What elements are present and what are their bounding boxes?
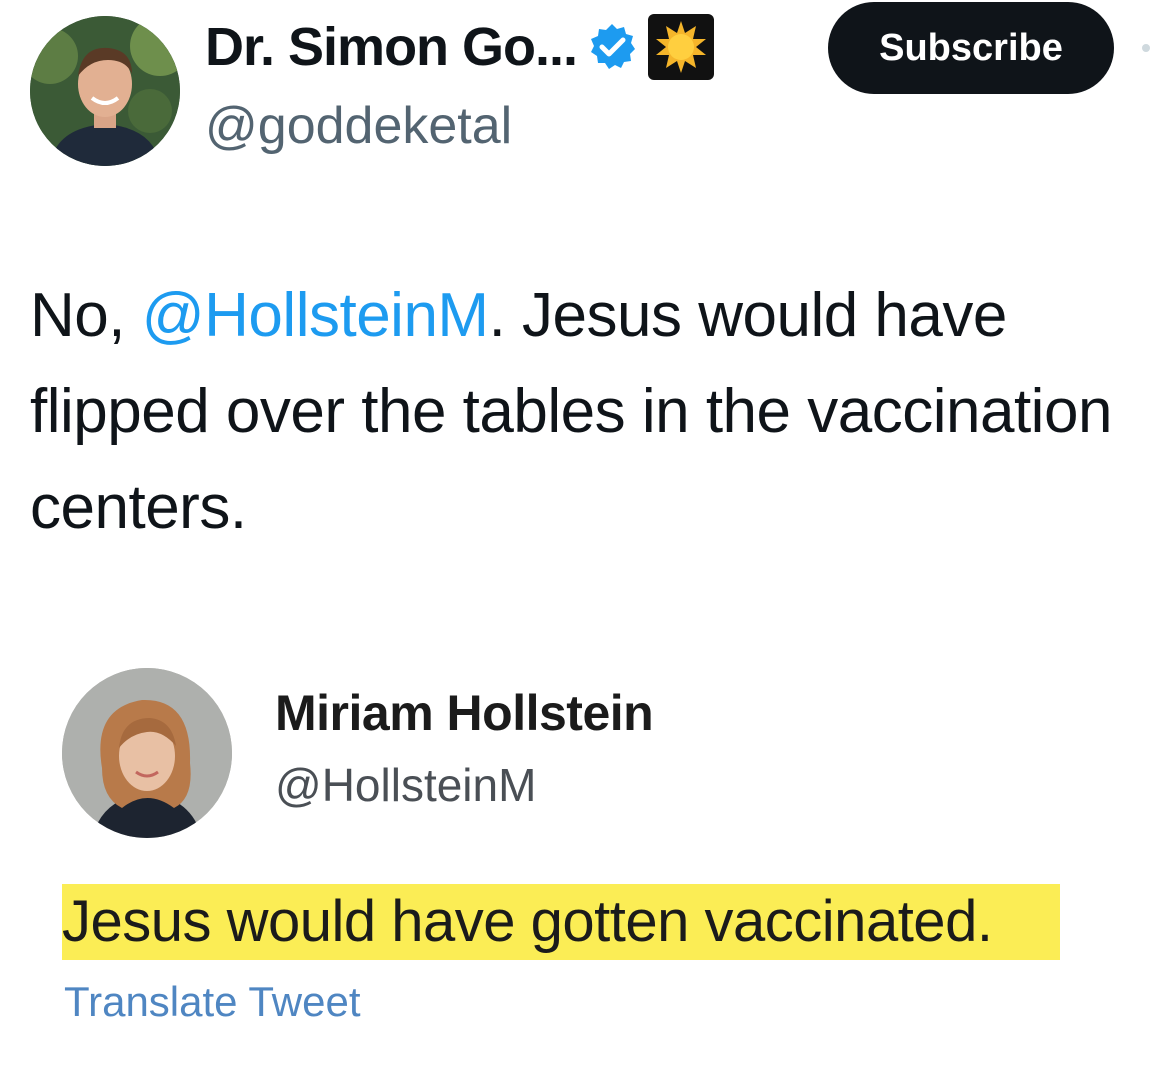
quoted-avatar-image	[62, 668, 232, 838]
quoted-display-name: Miriam Hollstein	[275, 685, 654, 741]
author-name-row: Dr. Simon Go...	[205, 14, 715, 80]
translate-tweet-link: Translate Tweet	[64, 978, 361, 1025]
author-display-name[interactable]: Dr. Simon Go...	[205, 16, 578, 78]
gold-star-badge-icon[interactable]	[647, 13, 715, 81]
verified-check-icon[interactable]	[587, 22, 637, 72]
mention-link[interactable]: @HollsteinM	[142, 281, 489, 350]
author-avatar[interactable]	[30, 16, 180, 166]
tweet-text-prefix: No,	[30, 281, 142, 350]
author-avatar-image	[30, 16, 180, 166]
subscribe-button[interactable]: Subscribe	[828, 2, 1114, 94]
quoted-avatar	[62, 668, 232, 838]
author-handle[interactable]: @goddeketal	[205, 96, 512, 156]
quoted-tweet-text: Jesus would have gotten vaccinated.	[62, 889, 993, 954]
more-dots-icon[interactable]	[1142, 44, 1150, 52]
tweet-text: No, @HollsteinM. Jesus would have flippe…	[30, 268, 1145, 556]
quoted-handle: @HollsteinM	[275, 759, 537, 811]
